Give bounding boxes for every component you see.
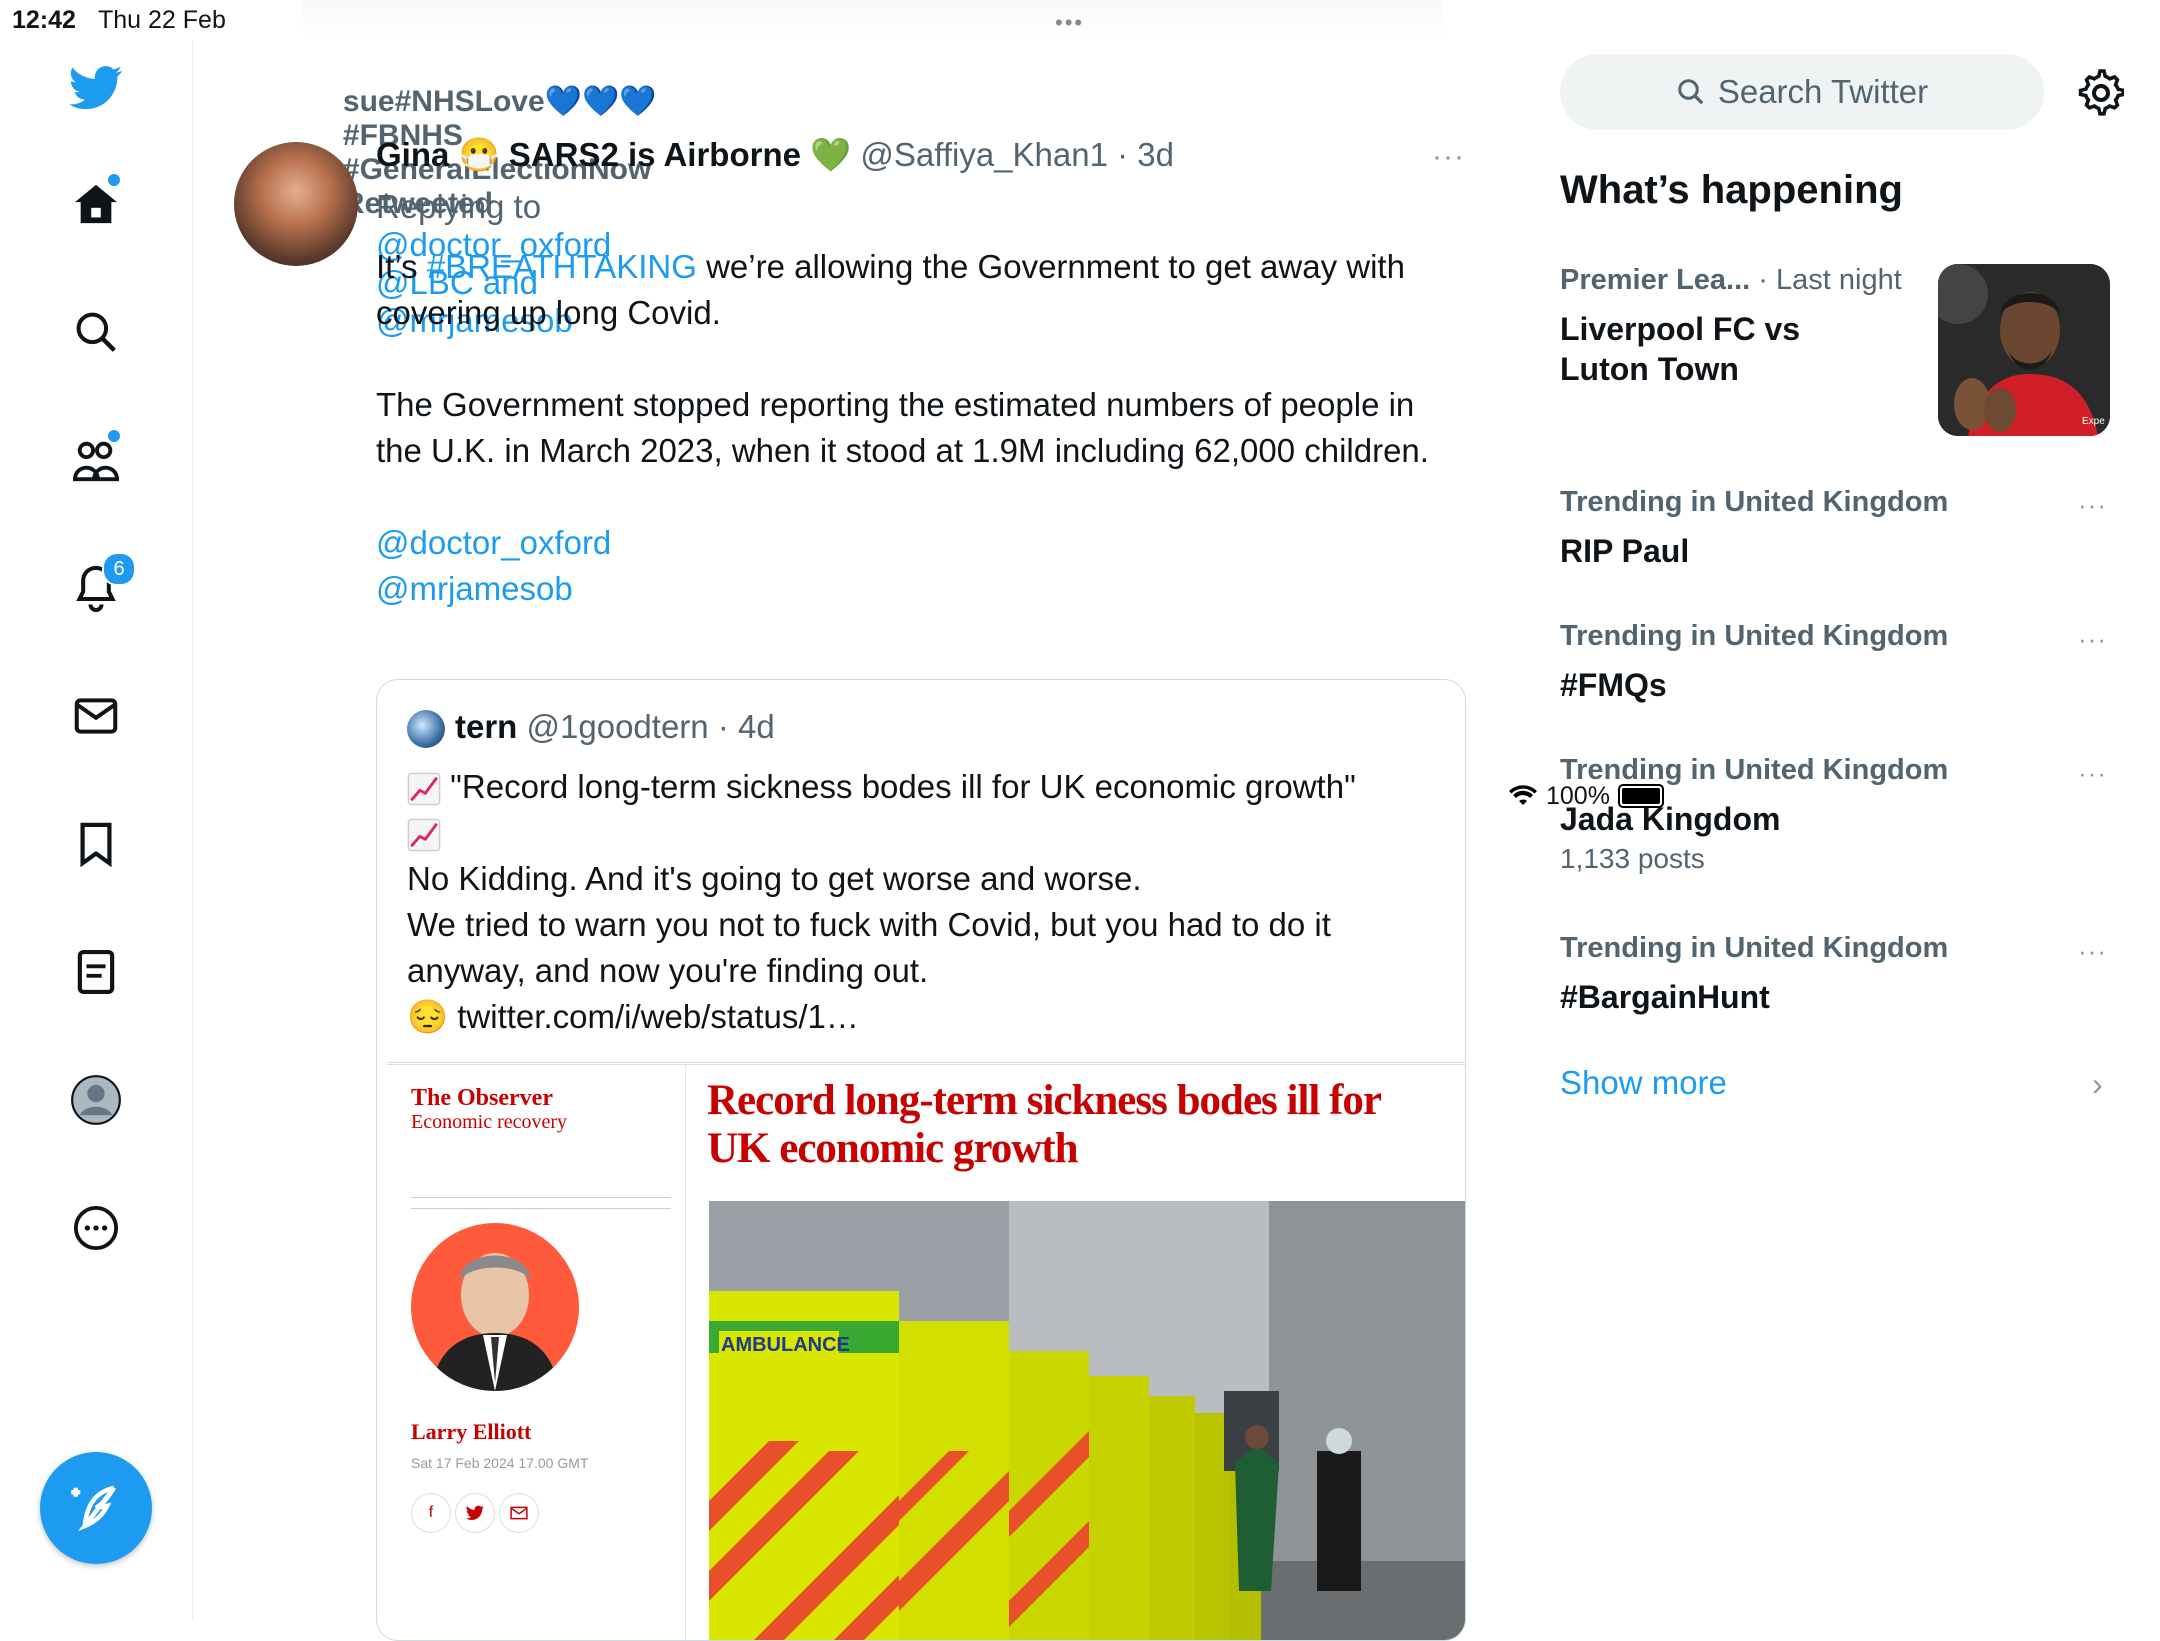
trend-more-icon[interactable]: ··· xyxy=(2078,624,2107,655)
trend-meta: Premier Lea... xyxy=(1560,264,1751,296)
trend-more-icon[interactable]: ··· xyxy=(2078,758,2107,789)
quoted-text: "Record long-term sickness bodes ill for… xyxy=(407,764,1447,1040)
pensive-face-icon: 😔 xyxy=(407,998,449,1035)
email-share-icon xyxy=(499,1493,539,1533)
mention-link-1[interactable]: @doctor_oxford xyxy=(376,520,1456,566)
search-icon[interactable] xyxy=(68,304,124,360)
quoted-line-link: 😔 twitter.com/i/web/status/1… xyxy=(407,994,1447,1040)
sidebar: 6 xyxy=(0,40,193,1620)
home-icon[interactable] xyxy=(68,172,124,232)
trend-time: · Last night xyxy=(1758,264,1902,296)
quoted-tweet[interactable]: tern @1goodtern · 4d "Record long-term s… xyxy=(376,679,1466,1641)
lists-icon[interactable] xyxy=(68,944,124,1000)
search-icon xyxy=(1678,79,1704,105)
quoted-author-name[interactable]: tern xyxy=(455,708,517,745)
quoted-line-icon xyxy=(407,810,1447,856)
show-more-link[interactable]: Show more xyxy=(1560,1064,1727,1102)
trend-item[interactable]: Trending in United Kingdom #BargainHunt xyxy=(1560,932,2100,1017)
trend-topic: #BargainHunt xyxy=(1560,979,1770,1015)
chart-increasing-icon xyxy=(407,818,441,852)
trend-topic: #FMQs xyxy=(1560,667,1667,703)
article-headline: Record long-term sickness bodes ill for … xyxy=(707,1077,1381,1172)
trend-category: Trending in United Kingdom xyxy=(1560,486,1949,518)
twitter-share-icon xyxy=(455,1493,495,1533)
tweet-text: It’s #BREATHTAKING we’re allowing the Go… xyxy=(376,244,1456,612)
trend-topic-line-1: Liverpool FC vs xyxy=(1560,311,1801,347)
article-sidebar: The Observer Economic recovery Larry Ell… xyxy=(387,1065,686,1640)
quoted-line-1: "Record long-term sickness bodes ill for… xyxy=(407,764,1447,810)
trend-more-icon[interactable]: ··· xyxy=(2078,936,2107,967)
settings-gear-icon[interactable] xyxy=(2076,68,2126,116)
tweet-paragraph-1: It’s #BREATHTAKING we’re allowing the Go… xyxy=(376,244,1456,336)
author-handle[interactable]: @Saffiya_Khan1 xyxy=(860,136,1108,173)
quoted-time: · 4d xyxy=(717,708,775,745)
chevron-right-icon[interactable]: › xyxy=(2092,1066,2103,1103)
article-section: Economic recovery xyxy=(411,1111,568,1133)
avatar[interactable] xyxy=(234,142,358,266)
tweet-paragraph-2: The Government stopped reporting the est… xyxy=(376,386,1429,469)
tweet-text-1-pre: It’s xyxy=(376,248,427,285)
facebook-icon: f xyxy=(411,1493,451,1533)
trend-category: Trending in United Kingdom xyxy=(1560,932,1949,964)
trend-topic-line-2: Luton Town xyxy=(1560,351,1739,387)
ambulance-label: AMBULANCE xyxy=(721,1334,850,1356)
hashtag-link[interactable]: #BREATHTAKING xyxy=(427,248,697,285)
compose-tweet-button[interactable] xyxy=(40,1452,152,1564)
trend-category: Trending in United Kingdom xyxy=(1560,620,1949,652)
quoted-link[interactable]: twitter.com/i/web/status/1… xyxy=(457,998,859,1035)
search-placeholder: Search Twitter xyxy=(1717,73,1929,110)
quoted-author-handle: @1goodtern xyxy=(526,708,709,745)
tweet-more-icon[interactable]: ··· xyxy=(1432,140,1465,174)
trend-post-count: 1,133 posts xyxy=(1560,843,1705,874)
messages-icon[interactable] xyxy=(68,688,124,744)
status-date: Thu 22 Feb xyxy=(98,6,226,34)
bookmarks-icon[interactable] xyxy=(68,816,124,872)
trend-category: Trending in United Kingdom xyxy=(1560,754,1949,786)
trend-more-icon[interactable]: ··· xyxy=(2078,490,2107,521)
multitasking-grabber[interactable]: ••• xyxy=(1055,10,1084,36)
notifications-icon[interactable]: 6 xyxy=(68,552,136,616)
trend-item[interactable]: Trending in United Kingdom RIP Paul xyxy=(1560,486,2100,571)
whats-happening-heading: What’s happening xyxy=(1560,168,1903,212)
trend-item[interactable]: Trending in United Kingdom Jada Kingdom … xyxy=(1560,754,2100,875)
trend-topic: RIP Paul xyxy=(1560,533,1690,569)
communities-notification-dot xyxy=(106,428,122,444)
quoted-avatar[interactable] xyxy=(407,710,445,748)
svg-text:Expe: Expe xyxy=(2082,416,2105,427)
publication-name: The Observer xyxy=(411,1085,553,1111)
mention-link-2[interactable]: @mrjamesob xyxy=(376,566,1456,612)
tweet-header: Gina 😷 SARS2 is Airborne 💚 @Saffiya_Khan… xyxy=(376,136,1174,175)
replying-prefix: Replying to xyxy=(376,188,542,225)
trend-thumbnail[interactable]: Expe xyxy=(1938,264,2110,436)
twitter-logo-icon[interactable] xyxy=(68,60,124,116)
author-name[interactable]: Gina 😷 SARS2 is Airborne 💚 xyxy=(376,136,851,173)
compose-tweet-icon xyxy=(71,1485,116,1532)
quoted-line-2: No Kidding. And it's going to get worse … xyxy=(407,860,1142,897)
status-time: 12:42 xyxy=(12,6,76,34)
search-twitter-input[interactable]: Search Twitter xyxy=(1560,54,2044,130)
tweet-time[interactable]: · 3d xyxy=(1117,136,1174,173)
quoted-headline-quote: "Record long-term sickness bodes ill for… xyxy=(450,768,1356,805)
article-screenshot[interactable]: The Observer Economic recovery Larry Ell… xyxy=(387,1062,1465,1640)
trend-item[interactable]: Trending in United Kingdom #FMQs xyxy=(1560,620,2100,705)
profile-icon[interactable] xyxy=(68,1072,124,1128)
trend-topic: Jada Kingdom xyxy=(1560,801,1781,837)
communities-icon[interactable] xyxy=(68,428,124,488)
quoted-line-3: We tried to warn you not to fuck with Co… xyxy=(407,906,1331,989)
trend-item[interactable]: Premier Lea... · Last night Liverpool FC… xyxy=(1560,264,1930,389)
article-date: Sat 17 Feb 2024 17.00 GMT xyxy=(411,1455,589,1471)
chart-increasing-icon xyxy=(407,772,441,806)
top-strip xyxy=(303,0,1443,40)
quoted-header: tern @1goodtern · 4d xyxy=(455,708,775,746)
right-panel: Search Twitter What’s happening Premier … xyxy=(1508,40,2160,1620)
trend-category: Premier Lea... · Last night xyxy=(1560,264,1930,297)
home-notification-dot xyxy=(106,172,122,188)
author-photo xyxy=(411,1223,579,1391)
author-name-label: Larry Elliott xyxy=(411,1419,532,1444)
divider xyxy=(411,1197,671,1209)
more-icon[interactable] xyxy=(68,1200,124,1256)
ambulance-photo: AMBULANCE xyxy=(709,1201,1465,1640)
notifications-badge: 6 xyxy=(102,552,136,586)
